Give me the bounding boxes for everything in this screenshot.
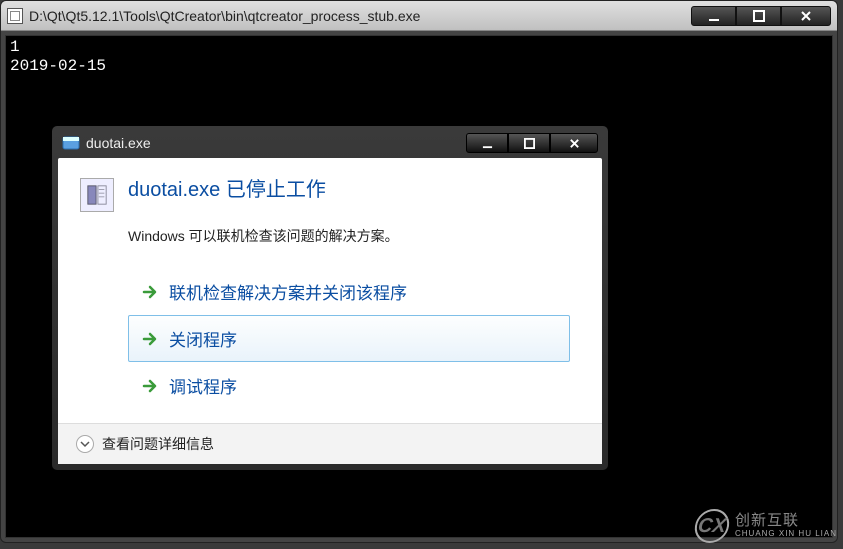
watermark-en: CHUANG XIN HU LIAN [735, 530, 837, 539]
minimize-button[interactable] [691, 6, 736, 26]
app-console-icon [7, 8, 23, 24]
dialog-heading: duotai.exe 已停止工作 [128, 178, 326, 202]
watermark-text: 创新互联 CHUANG XIN HU LIAN [735, 513, 837, 538]
action-label: 关闭程序 [169, 326, 237, 351]
action-check-online[interactable]: 联机检查解决方案并关闭该程序 [128, 268, 570, 315]
action-list: 联机检查解决方案并关闭该程序 关闭程序 调试程序 [128, 268, 570, 409]
maximize-button[interactable] [736, 6, 781, 26]
dialog-title: duotai.exe [86, 135, 466, 151]
dialog-maximize-button[interactable] [508, 133, 550, 153]
minimize-icon [708, 10, 720, 22]
close-icon [800, 10, 812, 22]
console-title: D:\Qt\Qt5.12.1\Tools\QtCreator\bin\qtcre… [29, 8, 691, 24]
window-controls [691, 6, 831, 26]
console-line: 1 [10, 38, 828, 57]
console-titlebar[interactable]: D:\Qt\Qt5.12.1\Tools\QtCreator\bin\qtcre… [1, 1, 837, 31]
close-icon [569, 138, 580, 149]
dialog-body: duotai.exe 已停止工作 Windows 可以联机检查该问题的解决方案。… [58, 158, 602, 464]
dialog-header: duotai.exe 已停止工作 [80, 178, 580, 212]
watermark-logo-icon: CX [693, 509, 732, 543]
arrow-right-icon [141, 330, 159, 348]
console-line: 2019-02-15 [10, 57, 828, 76]
arrow-right-icon [141, 377, 159, 395]
dialog-window-controls [466, 133, 598, 153]
dialog-app-icon [62, 134, 80, 152]
dialog-titlebar[interactable]: duotai.exe [58, 132, 602, 158]
arrow-right-icon [141, 283, 159, 301]
maximize-icon [753, 10, 765, 22]
action-label: 联机检查解决方案并关闭该程序 [169, 279, 407, 304]
action-debug-program[interactable]: 调试程序 [128, 362, 570, 409]
chevron-down-icon [76, 435, 94, 453]
close-button[interactable] [781, 6, 831, 26]
details-label: 查看问题详细信息 [102, 434, 214, 454]
action-close-program[interactable]: 关闭程序 [128, 315, 570, 362]
dialog-close-button[interactable] [550, 133, 598, 153]
action-label: 调试程序 [169, 373, 237, 398]
dialog-subtext: Windows 可以联机检查该问题的解决方案。 [128, 226, 580, 246]
maximize-icon [524, 138, 535, 149]
details-toggle[interactable]: 查看问题详细信息 [58, 423, 602, 464]
watermark: CX 创新互联 CHUANG XIN HU LIAN [695, 509, 837, 543]
crash-dialog: duotai.exe duotai.exe 已停止工作 Windows 可以联机… [51, 125, 609, 471]
minimize-icon [482, 138, 493, 149]
dialog-minimize-button[interactable] [466, 133, 508, 153]
dialog-main: duotai.exe 已停止工作 Windows 可以联机检查该问题的解决方案。… [58, 158, 602, 423]
watermark-cn: 创新互联 [735, 513, 837, 530]
program-icon [80, 178, 114, 212]
